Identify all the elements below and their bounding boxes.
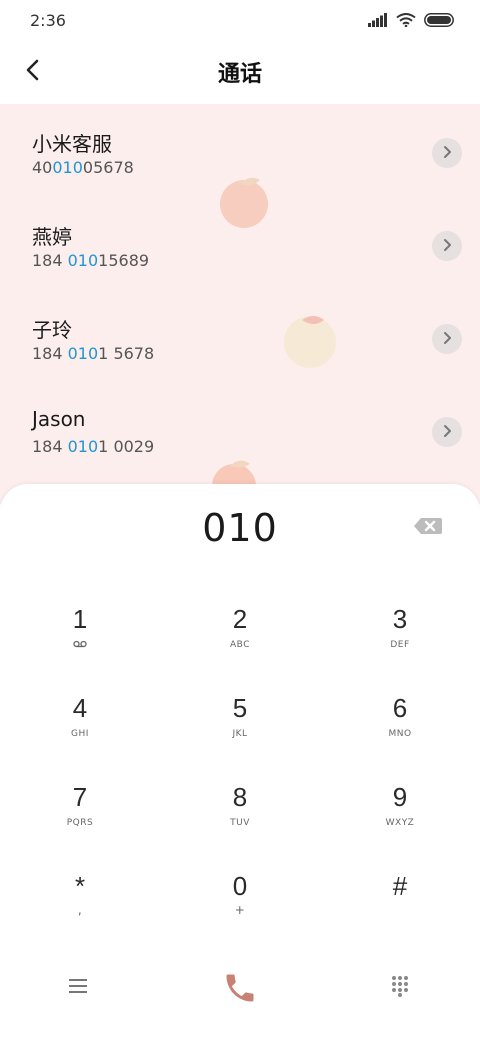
key-letters: WXYZ	[385, 818, 415, 828]
key-letters: PQRS	[66, 818, 94, 828]
chevron-right-icon	[441, 144, 453, 163]
contact-detail-button[interactable]	[432, 138, 462, 168]
key-digit: *	[74, 871, 86, 901]
call-button[interactable]	[214, 964, 266, 1016]
chevron-right-icon	[441, 330, 453, 349]
contact-number: 184 0101 5678	[32, 344, 154, 363]
contact-detail-button[interactable]	[432, 417, 462, 447]
key-letters: JKL	[232, 729, 248, 739]
result-row[interactable]: Jason 184 0101 0029	[0, 383, 480, 476]
voicemail-icon	[20, 640, 140, 651]
contact-name: 子玲	[32, 318, 72, 342]
dial-key-5[interactable]: 5 JKL	[180, 693, 300, 773]
number-suffix: 15689	[98, 251, 150, 270]
number-prefix: 184	[32, 251, 68, 270]
contact-detail-button[interactable]	[432, 231, 462, 261]
key-digit: 4	[72, 693, 88, 723]
key-digit: 9	[392, 782, 408, 812]
number-suffix: 1 0029	[98, 437, 155, 456]
contact-detail-button[interactable]	[432, 324, 462, 354]
dial-key-0[interactable]: 0 +	[180, 871, 300, 951]
result-row[interactable]: 小米客服 4001005678	[0, 104, 480, 197]
key-letters: TUV	[230, 818, 250, 828]
number-suffix: 05678	[82, 158, 134, 177]
wifi-icon	[396, 12, 416, 31]
chevron-right-icon	[441, 237, 453, 256]
dial-key-7[interactable]: 7 PQRS	[20, 782, 140, 862]
dialer-bottom-bar	[0, 954, 480, 1024]
key-letters: ,	[77, 903, 83, 917]
result-row[interactable]: 子玲 184 0101 5678	[0, 290, 480, 383]
dial-key-hash[interactable]: #	[340, 871, 460, 951]
dial-key-1[interactable]: 1	[20, 604, 140, 684]
key-digit: 2	[232, 604, 248, 634]
dial-key-2[interactable]: 2 ABC	[180, 604, 300, 684]
dial-key-3[interactable]: 3 DEF	[340, 604, 460, 684]
number-prefix: 40	[32, 158, 53, 177]
signal-icon	[368, 12, 388, 31]
contact-name: Jason	[32, 407, 86, 431]
key-digit: 0	[232, 871, 248, 901]
number-match: 010	[52, 158, 83, 177]
number-prefix: 184	[32, 437, 68, 456]
status-time: 2:36	[30, 11, 66, 30]
key-letters: DEF	[390, 640, 410, 650]
status-icons	[368, 12, 454, 31]
key-letters: GHI	[71, 729, 89, 739]
backspace-button[interactable]	[412, 514, 444, 538]
contact-name: 小米客服	[32, 132, 112, 156]
result-row[interactable]: 燕婷 184 01015689	[0, 197, 480, 290]
menu-icon	[68, 978, 88, 998]
dialer-screen: 2:36 通话 小米客服 4001005678 燕婷 184 01015689 …	[0, 0, 480, 1040]
dial-key-star[interactable]: *,	[20, 871, 140, 951]
contact-number: 184 0101 0029	[32, 437, 154, 456]
number-suffix: 1 5678	[98, 344, 155, 363]
dial-key-9[interactable]: 9 WXYZ	[340, 782, 460, 862]
key-digit: 8	[232, 782, 248, 812]
key-letters: +	[234, 903, 246, 917]
key-letters: MNO	[388, 729, 412, 739]
dialed-number: 010	[202, 506, 278, 550]
contact-number: 4001005678	[32, 158, 134, 177]
dial-key-8[interactable]: 8 TUV	[180, 782, 300, 862]
key-digit: 3	[392, 604, 408, 634]
key-digit: 5	[232, 693, 248, 723]
number-match: 010	[67, 251, 99, 270]
dial-key-4[interactable]: 4 GHI	[20, 693, 140, 773]
number-match: 010	[67, 437, 99, 456]
menu-button[interactable]	[60, 970, 96, 1006]
dialpad-panel: 010 1 2 ABC 3 DEF 4 GHI 5 JKL 6 MNO 7 PQRS 8 TUV 9 WXYZ *…	[0, 484, 480, 1040]
dial-key-6[interactable]: 6 MNO	[340, 693, 460, 773]
key-digit: 6	[392, 693, 408, 723]
contact-number: 184 01015689	[32, 251, 149, 270]
search-results: 小米客服 4001005678 燕婷 184 01015689 子玲 184 0101 5…	[0, 104, 480, 504]
battery-icon	[424, 12, 454, 31]
key-letters: ABC	[230, 640, 250, 650]
backspace-icon	[412, 518, 444, 542]
header: 通话	[0, 40, 480, 104]
phone-icon	[222, 970, 258, 1010]
key-digit: 1	[72, 604, 88, 634]
page-title: 通话	[217, 62, 262, 87]
number-match: 010	[67, 344, 99, 363]
keypad-toggle-button[interactable]	[382, 970, 418, 1006]
contact-name: 燕婷	[32, 225, 72, 249]
key-digit: 7	[72, 782, 88, 812]
number-prefix: 184	[32, 344, 68, 363]
status-bar: 2:36	[0, 0, 480, 40]
dialpad-icon	[391, 975, 409, 1001]
chevron-right-icon	[441, 423, 453, 442]
key-digit: #	[392, 871, 408, 901]
